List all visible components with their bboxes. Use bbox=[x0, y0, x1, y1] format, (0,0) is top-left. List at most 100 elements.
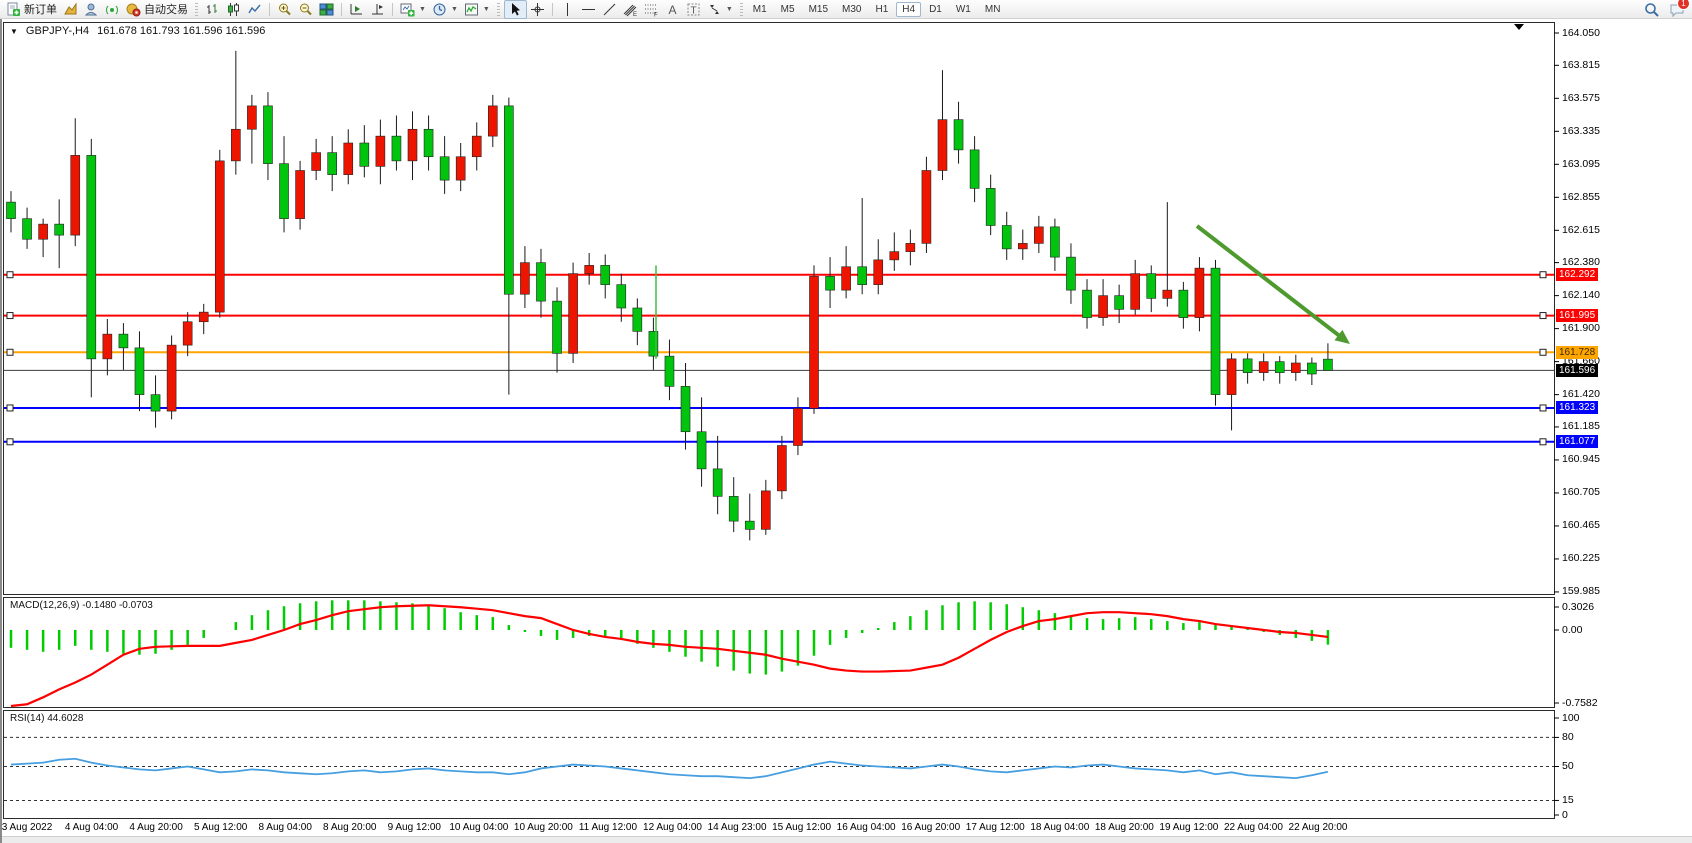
trendline-tool-button[interactable] bbox=[599, 1, 620, 18]
timeframe-button-m5[interactable]: M5 bbox=[775, 2, 801, 17]
auto-scroll-icon bbox=[349, 2, 364, 17]
price-tick-label: 164.050 bbox=[1562, 27, 1600, 39]
collapse-triangle-icon[interactable]: ▼ bbox=[10, 27, 18, 36]
autotrade-label: 自动交易 bbox=[144, 1, 188, 17]
macd-panel[interactable] bbox=[3, 597, 1555, 708]
indicators-icon bbox=[464, 2, 479, 17]
new-order-button[interactable]: 新订单 bbox=[3, 1, 60, 18]
tile-windows-icon bbox=[319, 2, 334, 17]
timeframe-button-mn[interactable]: MN bbox=[979, 2, 1007, 17]
price-tick-label: 160.225 bbox=[1562, 552, 1600, 564]
chart-shift-button[interactable] bbox=[367, 1, 388, 18]
date-axis-label: 3 Aug 2022 bbox=[2, 822, 53, 833]
line-chart-mode-button[interactable] bbox=[244, 1, 265, 18]
timeframe-button-h1[interactable]: H1 bbox=[869, 2, 894, 17]
crosshair-icon bbox=[530, 2, 545, 17]
date-axis-label: 4 Aug 04:00 bbox=[65, 822, 118, 833]
timeframe-button-m15[interactable]: M15 bbox=[803, 2, 834, 17]
toolbar-separator bbox=[195, 3, 198, 16]
new-chart-dropdown[interactable]: ▼ bbox=[397, 1, 429, 18]
date-axis-label: 22 Aug 20:00 bbox=[1289, 822, 1348, 833]
svg-text:E: E bbox=[633, 12, 637, 17]
fibonacci-tool-button[interactable]: F bbox=[641, 1, 662, 18]
ohlc-bars-icon bbox=[205, 2, 220, 17]
toolbar-separator bbox=[497, 3, 500, 16]
price-tick-label: 163.095 bbox=[1562, 158, 1600, 170]
date-axis-label: 8 Aug 20:00 bbox=[323, 822, 376, 833]
hline-tool-button[interactable] bbox=[578, 1, 599, 18]
dropdown-caret-icon: ▼ bbox=[726, 6, 733, 13]
main-toolbar: 新订单 自动交易 bbox=[0, 0, 1692, 19]
price-tick-label: 161.900 bbox=[1562, 322, 1600, 334]
autotrade-icon bbox=[126, 2, 141, 17]
svg-text:F: F bbox=[654, 12, 658, 17]
candle-chart-mode-button[interactable] bbox=[223, 1, 244, 18]
timeframe-toolbar: M1M5M15M30H1H4D1W1MN bbox=[747, 2, 1007, 17]
vline-tool-button[interactable] bbox=[557, 1, 578, 18]
user-icon bbox=[84, 2, 99, 17]
date-axis-label: 18 Aug 04:00 bbox=[1030, 822, 1089, 833]
arrows-tool-dropdown[interactable]: ▼ bbox=[704, 1, 736, 18]
trading-terminal: 新订单 自动交易 bbox=[0, 0, 1692, 843]
zoom-in-button[interactable] bbox=[274, 1, 295, 18]
rsi-label: RSI(14) 44.6028 bbox=[10, 713, 83, 724]
chart-shift-marker-icon[interactable] bbox=[1514, 24, 1524, 30]
date-axis-label: 22 Aug 04:00 bbox=[1224, 822, 1283, 833]
text-icon: A bbox=[665, 2, 680, 17]
rsi-axis-label: 50 bbox=[1562, 760, 1574, 772]
auto-scroll-button[interactable] bbox=[346, 1, 367, 18]
bar-chart-mode-button[interactable] bbox=[202, 1, 223, 18]
toolbar-right: 1 bbox=[1644, 2, 1684, 17]
chat-icon[interactable]: 1 bbox=[1669, 2, 1684, 17]
text-tool-button[interactable]: A bbox=[662, 1, 683, 18]
timeframe-button-d1[interactable]: D1 bbox=[923, 2, 948, 17]
price-tick-label: 161.420 bbox=[1562, 388, 1600, 400]
timeframe-button-w1[interactable]: W1 bbox=[950, 2, 977, 17]
timeframe-button-h4[interactable]: H4 bbox=[896, 2, 921, 17]
cursor-tool-button[interactable] bbox=[504, 0, 527, 19]
indicators-dropdown[interactable]: ▼ bbox=[461, 1, 493, 18]
text-label-tool-button[interactable]: T bbox=[683, 1, 704, 18]
arrows-icon bbox=[707, 2, 722, 17]
main-chart-panel[interactable] bbox=[3, 22, 1555, 595]
timeframe-button-m30[interactable]: M30 bbox=[836, 2, 867, 17]
text-label-icon: T bbox=[686, 2, 701, 17]
price-tick-label: 163.575 bbox=[1562, 92, 1600, 104]
rsi-axis-label: 0 bbox=[1562, 809, 1568, 821]
crosshair-tool-button[interactable] bbox=[527, 1, 548, 18]
signals-button[interactable] bbox=[102, 1, 123, 18]
autotrade-button[interactable]: 自动交易 bbox=[123, 1, 191, 18]
date-axis-label: 16 Aug 04:00 bbox=[837, 822, 896, 833]
price-tick-label: 160.945 bbox=[1562, 453, 1600, 465]
macd-label: MACD(12,26,9) -0.1480 -0.0703 bbox=[10, 600, 153, 611]
gold-chart-icon bbox=[63, 2, 78, 17]
search-icon[interactable] bbox=[1644, 2, 1659, 17]
date-axis-label: 8 Aug 04:00 bbox=[258, 822, 311, 833]
price-tick-label: 163.815 bbox=[1562, 59, 1600, 71]
accounts-button[interactable] bbox=[81, 1, 102, 18]
toolbar-separator bbox=[740, 3, 743, 16]
price-tick-label: 160.465 bbox=[1562, 519, 1600, 531]
price-tick-label: 162.380 bbox=[1562, 256, 1600, 268]
timeframe-button-m1[interactable]: M1 bbox=[747, 2, 773, 17]
price-line-badge: 161.728 bbox=[1556, 346, 1598, 359]
price-line-badge: 161.077 bbox=[1556, 435, 1598, 448]
market-watch-button[interactable] bbox=[60, 1, 81, 18]
rsi-panel[interactable] bbox=[3, 710, 1555, 819]
equidistant-channel-icon: E bbox=[623, 2, 638, 17]
macd-axis-label: 0.3026 bbox=[1562, 601, 1594, 613]
profiles-dropdown[interactable]: ▼ bbox=[429, 1, 461, 18]
fibonacci-icon: F bbox=[644, 2, 659, 17]
price-line-badge: 161.323 bbox=[1556, 401, 1598, 414]
zoom-out-button[interactable] bbox=[295, 1, 316, 18]
rsi-axis-label: 15 bbox=[1562, 794, 1574, 806]
price-tick-label: 162.615 bbox=[1562, 224, 1600, 236]
new-order-label: 新订单 bbox=[24, 1, 57, 17]
price-line-badge: 161.596 bbox=[1556, 364, 1598, 377]
tile-windows-button[interactable] bbox=[316, 1, 337, 18]
price-tick-label: 161.185 bbox=[1562, 420, 1600, 432]
channel-tool-button[interactable]: E bbox=[620, 1, 641, 18]
date-axis-label: 5 Aug 12:00 bbox=[194, 822, 247, 833]
date-axis-label: 10 Aug 04:00 bbox=[449, 822, 508, 833]
chart-window: ▼ GBPJPY-,H4 161.678 161.793 161.596 161… bbox=[0, 19, 1692, 843]
